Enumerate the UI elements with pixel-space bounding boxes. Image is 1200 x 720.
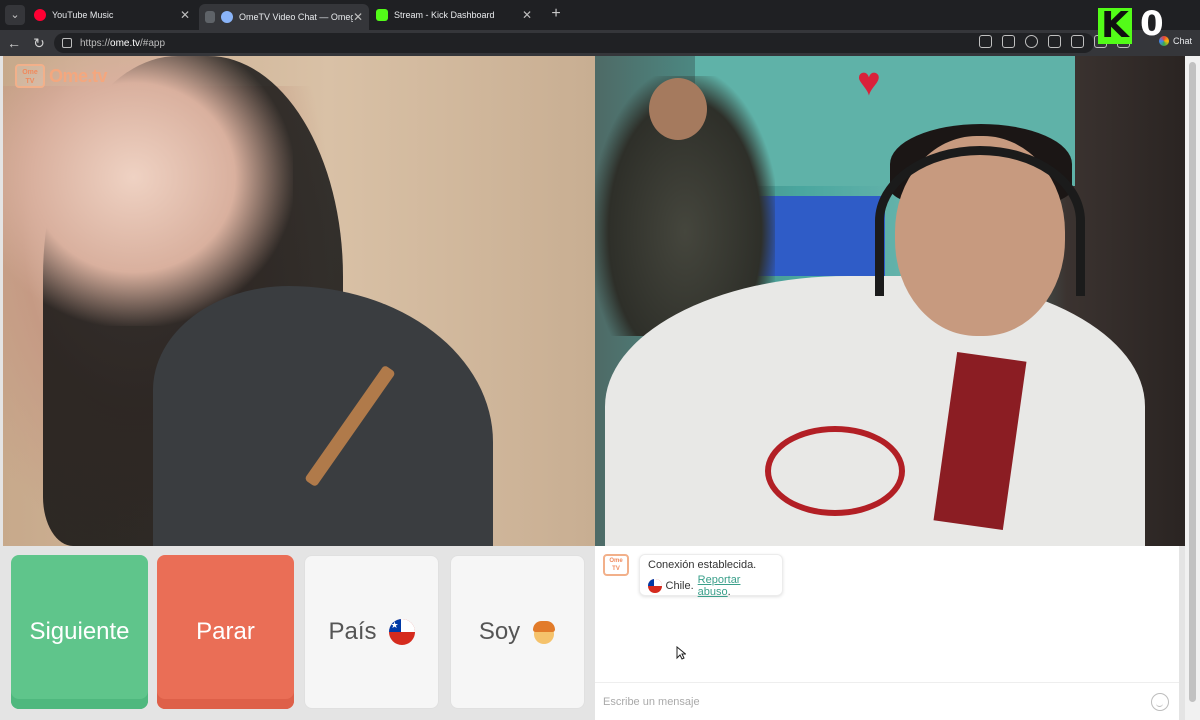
ometv-page: Ome TV Ome.tv ♥ Siguiente Parar País ★ S…: [0, 56, 1200, 720]
chile-flag-icon: ★: [388, 619, 415, 645]
page-scrollbar[interactable]: [1185, 56, 1200, 720]
tab-search-button[interactable]: ⌄: [5, 5, 25, 25]
translate-icon[interactable]: [1002, 35, 1015, 48]
logo-badge: Ome TV: [15, 64, 45, 88]
bookmark-star-icon[interactable]: [1048, 35, 1061, 48]
system-message: Conexión establecida. Chile. Reportar ab…: [639, 554, 783, 598]
url-host: ome.tv: [110, 37, 141, 49]
back-arrow-icon[interactable]: ←: [5, 34, 23, 52]
chat-label: Chat: [1172, 36, 1192, 46]
stop-button[interactable]: Parar: [157, 555, 294, 709]
tab-title: Stream - Kick Dashboard: [394, 10, 495, 20]
audio-icon: [205, 11, 215, 23]
close-tab-icon[interactable]: ✕: [520, 8, 534, 22]
url-scheme: https://: [80, 37, 111, 49]
stranger-video: Ome TV Ome.tv: [3, 56, 595, 546]
tab-kick-dashboard[interactable]: Stream - Kick Dashboard ✕: [370, 4, 540, 26]
youtube-music-icon: [34, 9, 46, 21]
apps-icon[interactable]: [979, 35, 992, 48]
connection-status: Conexión establecida.: [648, 559, 757, 571]
kick-favicon-icon: [376, 9, 388, 21]
tab-title: YouTube Music: [52, 10, 114, 20]
browser-toolbar: ← ↻ https://ome.tv/#app Chat: [0, 30, 1200, 56]
message-composer: [595, 682, 1179, 720]
gender-label: Soy: [478, 618, 521, 645]
more-icon[interactable]: [1025, 35, 1038, 48]
chile-flag-icon: [648, 579, 662, 593]
ometv-favicon-icon: [221, 11, 233, 23]
stranger-country: Chile.: [665, 580, 694, 592]
report-abuse-link[interactable]: Reportar abuso: [698, 574, 741, 598]
ometv-badge-icon: Ome TV: [603, 554, 629, 576]
close-tab-icon[interactable]: ✕: [353, 10, 363, 24]
gender-button[interactable]: Soy: [450, 555, 585, 709]
close-tab-icon[interactable]: ✕: [178, 8, 192, 22]
next-button[interactable]: Siguiente: [11, 555, 148, 709]
report-suffix: .: [727, 586, 731, 598]
tab-youtube-music[interactable]: YouTube Music ✕: [28, 4, 198, 26]
stop-label: Parar: [196, 618, 255, 645]
tab-ometv[interactable]: OmeTV Video Chat — Omegle alternative ✕: [199, 4, 369, 30]
next-label: Siguiente: [29, 618, 130, 645]
address-bar[interactable]: https://ome.tv/#app: [54, 33, 1094, 53]
reload-icon[interactable]: ↻: [30, 34, 48, 52]
headset-icon: [875, 146, 1085, 296]
new-tab-button[interactable]: +: [547, 5, 565, 23]
viewer-count: 0: [1140, 4, 1164, 44]
tab-strip: ⌄ YouTube Music ✕ OmeTV Video Chat — Ome…: [0, 0, 1200, 30]
country-button[interactable]: País ★: [304, 555, 439, 709]
chat-button[interactable]: Chat: [1158, 36, 1192, 46]
message-input[interactable]: [603, 695, 1151, 708]
url-path: /#app: [140, 37, 166, 49]
logo-word: Ome.tv: [49, 65, 108, 86]
country-label: País: [328, 618, 377, 645]
ometv-logo[interactable]: Ome TV Ome.tv: [15, 64, 108, 88]
tab-title: OmeTV Video Chat — Omegle alternative: [239, 12, 353, 22]
scrollbar-thumb[interactable]: [1189, 62, 1196, 702]
site-info-icon[interactable]: [62, 38, 72, 48]
boy-emoji-icon: [532, 619, 556, 645]
self-video: ♥: [595, 56, 1185, 546]
emoji-icon[interactable]: [1151, 692, 1169, 711]
kick-logo-letter: K: [1101, 5, 1129, 46]
heart-graffiti-icon: ♥: [857, 60, 881, 104]
mouse-cursor-icon: [676, 646, 686, 660]
camera-icon[interactable]: [1071, 35, 1084, 48]
chat-panel: Ome TV Conexión establecida. Chile. Repo…: [595, 546, 1179, 720]
